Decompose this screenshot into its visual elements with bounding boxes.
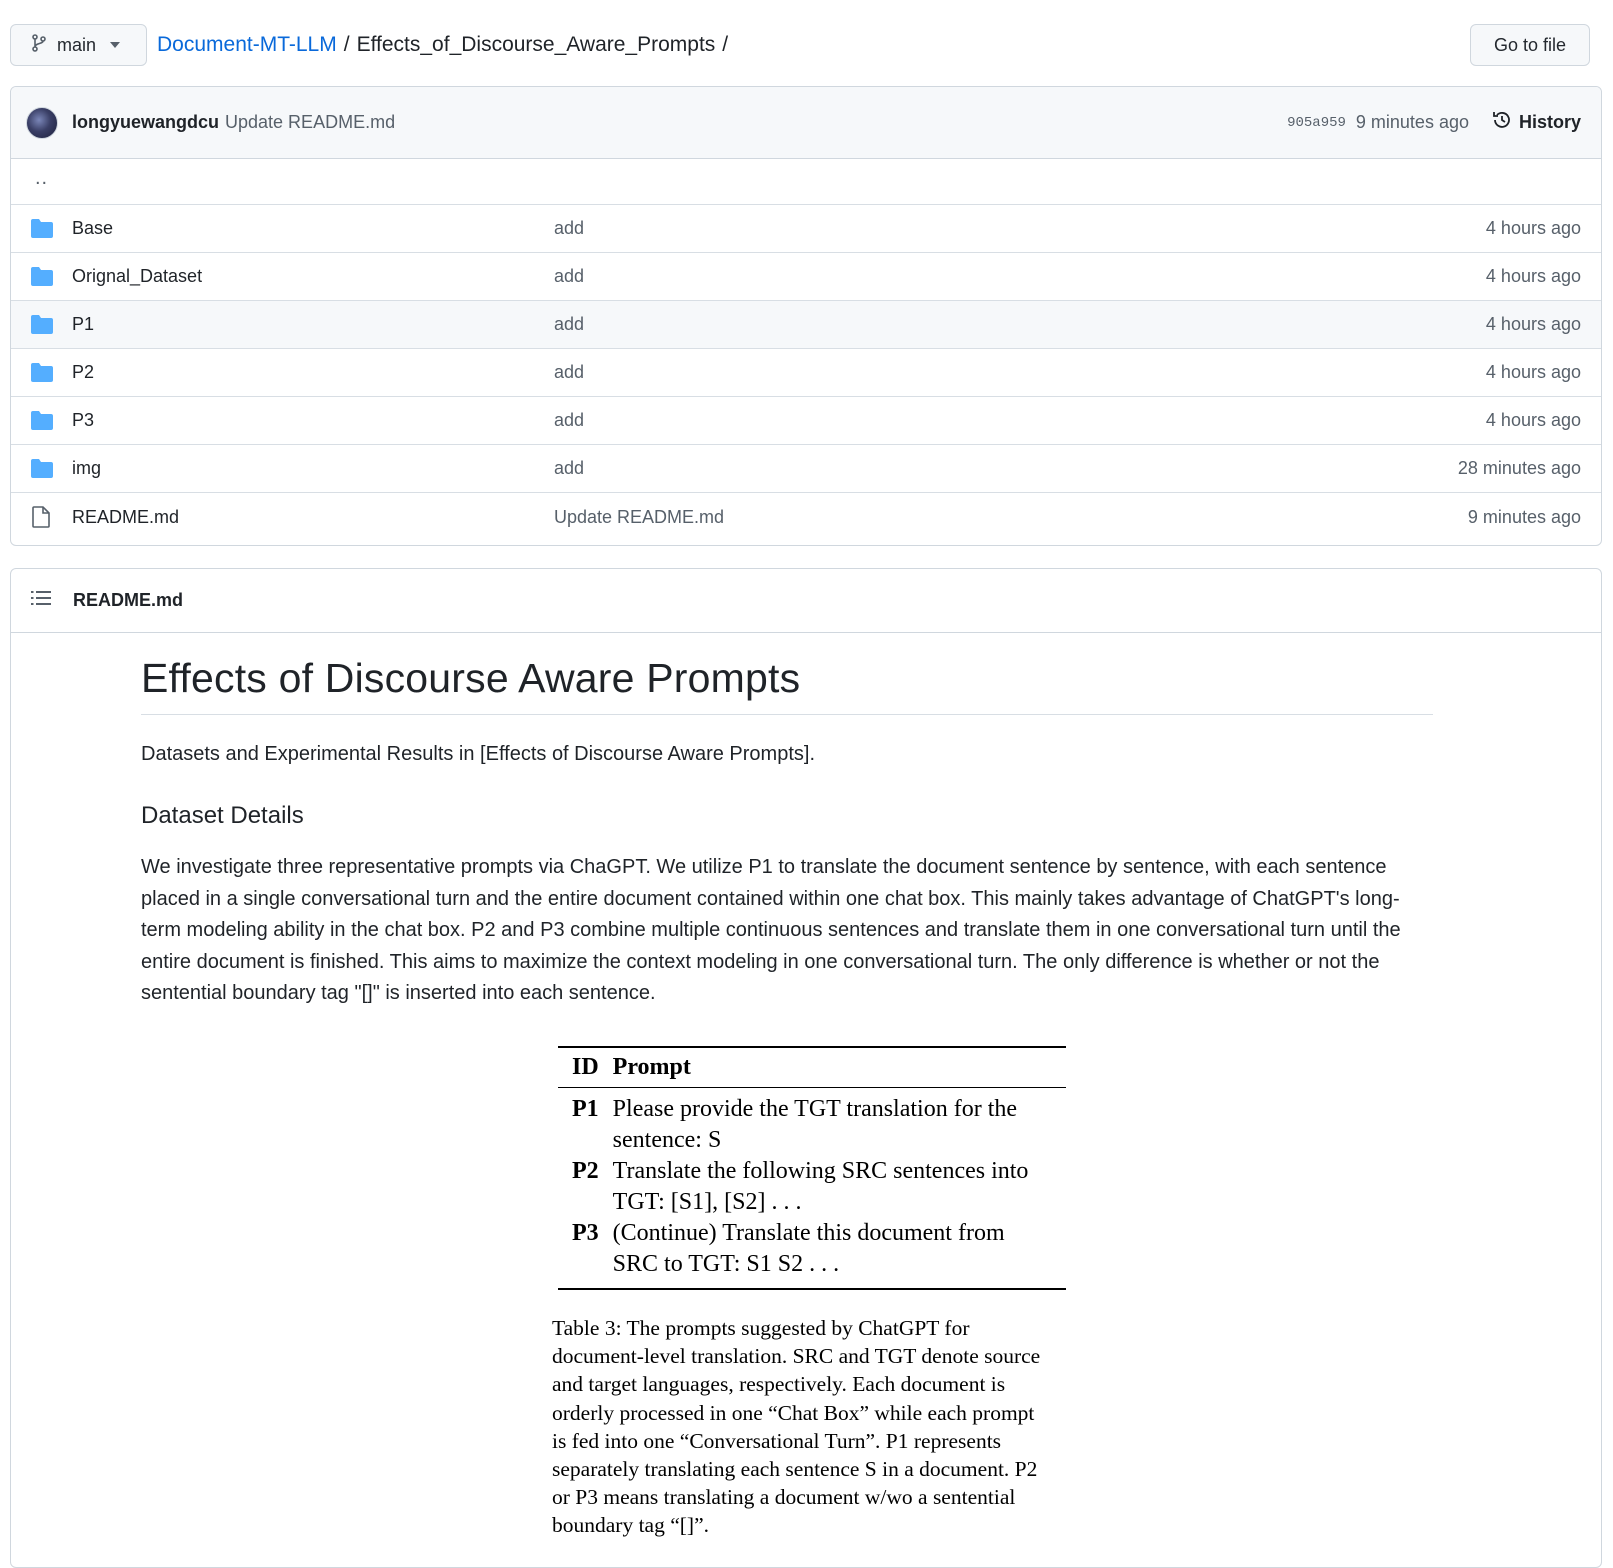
- caption-line: orderly processed in one “Chat Box” whil…: [552, 1400, 1035, 1425]
- parent-directory-row[interactable]: ..: [11, 159, 1601, 205]
- prompt-text: Please provide the TGT translation for t…: [599, 1088, 1066, 1157]
- prompt-id: P1: [572, 1096, 599, 1122]
- prompts-table: ID Prompt P1 Please provide the TGT tran…: [558, 1046, 1066, 1290]
- prompt-text-line: TGT: [S1], [S2] . . .: [612, 1189, 802, 1215]
- file-commit-age: 9 minutes ago: [1467, 506, 1581, 527]
- breadcrumb-separator: /: [722, 33, 729, 56]
- git-branch-icon: [31, 33, 47, 57]
- file-name-link[interactable]: Orignal_Dataset: [72, 266, 202, 287]
- table-row: P3 (Continue) Translate this document fr…: [558, 1218, 1066, 1290]
- prompt-text: (Continue) Translate this document from …: [598, 1218, 1066, 1290]
- readme-paragraph: We investigate three representative prom…: [141, 856, 1401, 1004]
- commit-meta: 905a959 9 minutes ago History: [1287, 109, 1581, 136]
- caption-line: document-level translation. SRC and TGT …: [552, 1344, 1041, 1369]
- folder-icon: [31, 363, 53, 387]
- readme-content: Effects of Discourse Aware Prompts Datas…: [141, 655, 1433, 1010]
- file-row[interactable]: P3 add 4 hours ago: [11, 397, 1601, 445]
- file-commit-message[interactable]: add: [554, 410, 584, 431]
- file-list-box: longyuewangdcu Update README.md 905a959 …: [10, 86, 1602, 546]
- prompt-text-line: (Continue) Translate this document from: [612, 1220, 1005, 1246]
- latest-commit-bar: longyuewangdcu Update README.md 905a959 …: [11, 87, 1601, 159]
- breadcrumb-repo-link[interactable]: Document-MT-LLM: [157, 33, 337, 57]
- prompt-text: Translate the following SRC sentences in…: [599, 1156, 1066, 1218]
- file-commit-age: 4 hours ago: [1485, 314, 1581, 334]
- file-row[interactable]: Orignal_Dataset add 4 hours ago: [11, 253, 1601, 301]
- file-commit-message[interactable]: add: [554, 266, 584, 287]
- caption-line: and target languages, respectively. Each…: [552, 1372, 1006, 1397]
- avatar[interactable]: [26, 106, 58, 139]
- caption-line: separately translating each sentence S i…: [552, 1457, 1038, 1482]
- file-commit-message[interactable]: add: [554, 362, 584, 383]
- readme-intro: Datasets and Experimental Results in [Ef…: [141, 743, 816, 765]
- caption-line: is fed into one “Conversational Turn”. P…: [552, 1428, 1002, 1453]
- file-row[interactable]: Base add 4 hours ago: [11, 205, 1601, 253]
- history-button[interactable]: History: [1491, 109, 1581, 136]
- caption-line: or P3 means translating a document w/wo …: [552, 1485, 1016, 1510]
- chevron-down-icon: [110, 42, 121, 48]
- file-commit-message[interactable]: add: [554, 218, 584, 239]
- file-name-link[interactable]: P3: [72, 410, 94, 431]
- branch-selector-button[interactable]: main: [10, 24, 147, 66]
- commit-author-link[interactable]: longyuewangdcu: [72, 112, 219, 133]
- file-commit-message[interactable]: Update README.md: [554, 507, 724, 528]
- parent-directory-link[interactable]: ..: [35, 167, 48, 190]
- caption-line: boundary tag “[]”.: [552, 1513, 709, 1538]
- history-icon: [1491, 109, 1513, 136]
- file-name-link[interactable]: P1: [72, 314, 94, 335]
- section-heading: Dataset Details: [141, 802, 304, 829]
- folder-icon: [31, 411, 53, 435]
- table-row: P1 Please provide the TGT translation fo…: [558, 1088, 1066, 1157]
- prompt-id: P3: [558, 1218, 599, 1290]
- readme-header: README.md: [11, 569, 1601, 633]
- prompt-text-line: Please provide the TGT translation for t…: [612, 1096, 1018, 1122]
- prompt-text-line: sentence: S: [612, 1127, 722, 1153]
- file-commit-message[interactable]: add: [554, 458, 584, 479]
- breadcrumb-separator: /: [343, 33, 350, 56]
- commit-sha-link[interactable]: 905a959: [1287, 115, 1346, 131]
- folder-icon: [31, 459, 53, 483]
- file-row[interactable]: img add 28 minutes ago: [11, 445, 1601, 493]
- prompt-text-line: Translate the following SRC sentences in…: [612, 1158, 1029, 1184]
- file-commit-age: 4 hours ago: [1485, 266, 1581, 286]
- file-commit-age: 4 hours ago: [1485, 362, 1581, 382]
- table-caption: Table 3: The prompts suggested by ChatGP…: [552, 1314, 1066, 1540]
- file-icon: [31, 506, 51, 533]
- file-row[interactable]: P1 add 4 hours ago: [11, 301, 1601, 349]
- table-of-contents-icon[interactable]: [31, 589, 51, 612]
- file-commit-age: 4 hours ago: [1485, 410, 1581, 430]
- go-to-file-button[interactable]: Go to file: [1470, 24, 1590, 66]
- table-header-prompt: Prompt: [598, 1047, 1066, 1088]
- file-row[interactable]: README.md Update README.md 9 minutes ago: [11, 493, 1601, 541]
- file-name-link[interactable]: P2: [72, 362, 94, 383]
- folder-icon: [31, 267, 53, 291]
- file-commit-age: 28 minutes ago: [1457, 458, 1581, 478]
- folder-icon: [31, 315, 53, 339]
- breadcrumb-current-folder: Effects_of_Discourse_Aware_Prompts: [356, 33, 716, 56]
- caption-line: Table 3: The prompts suggested by ChatGP…: [552, 1316, 970, 1340]
- commit-age: 9 minutes ago: [1355, 112, 1469, 132]
- readme-title: Effects of Discourse Aware Prompts: [141, 655, 1433, 715]
- prompt-id: P2: [572, 1158, 599, 1184]
- file-name-link[interactable]: README.md: [72, 507, 179, 528]
- breadcrumb: Document-MT-LLM / Effects_of_Discourse_A…: [157, 24, 728, 66]
- repo-topbar: main Document-MT-LLM / Effects_of_Discou…: [10, 24, 1600, 66]
- commit-message-link[interactable]: Update README.md: [225, 112, 395, 133]
- history-label: History: [1518, 112, 1581, 132]
- paper-table-figure: ID Prompt P1 Please provide the TGT tran…: [552, 1046, 1066, 1540]
- file-name-link[interactable]: Base: [72, 218, 113, 239]
- folder-icon: [31, 219, 53, 243]
- file-commit-message[interactable]: add: [554, 314, 584, 335]
- branch-name: main: [57, 34, 97, 55]
- table-header-id: ID: [558, 1047, 599, 1088]
- file-commit-age: 4 hours ago: [1485, 218, 1581, 238]
- file-row[interactable]: P2 add 4 hours ago: [11, 349, 1601, 397]
- file-name-link[interactable]: img: [72, 458, 101, 479]
- readme-filename: README.md: [73, 590, 184, 610]
- prompt-text-line: SRC to TGT: S1 S2 . . .: [612, 1251, 840, 1277]
- table-row: P2 Translate the following SRC sentences…: [558, 1156, 1066, 1218]
